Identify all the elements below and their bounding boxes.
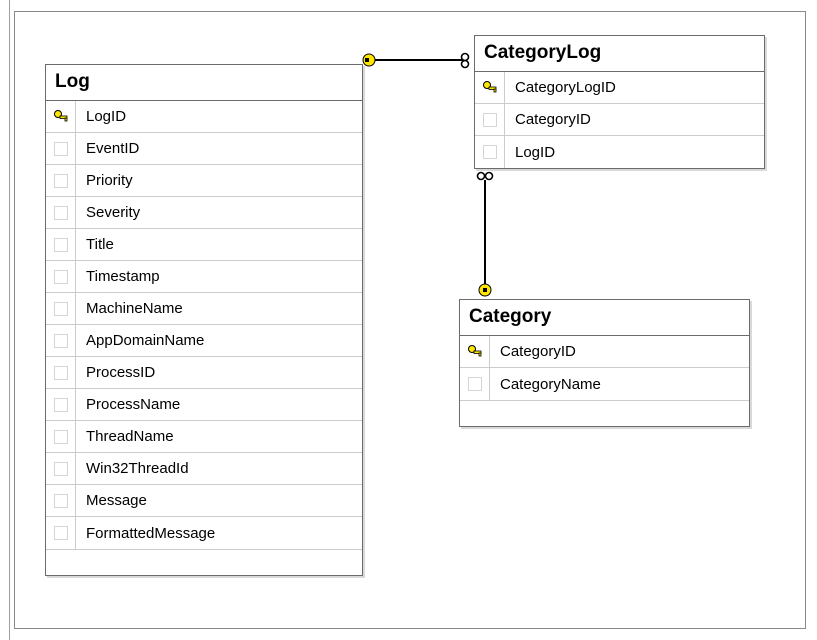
blank-cell <box>46 165 76 196</box>
column-name: CategoryID <box>505 111 591 128</box>
blank-icon <box>483 145 497 159</box>
column-name: ProcessName <box>76 396 180 413</box>
blank-cell <box>46 293 76 324</box>
column-name: CategoryLogID <box>505 79 616 96</box>
column-appdomainname[interactable]: AppDomainName <box>46 325 362 357</box>
column-name: AppDomainName <box>76 332 204 349</box>
blank-icon <box>54 238 68 252</box>
column-priority[interactable]: Priority <box>46 165 362 197</box>
column-name: EventID <box>76 140 139 157</box>
blank-cell <box>46 485 76 516</box>
column-win32threadid[interactable]: Win32ThreadId <box>46 453 362 485</box>
blank-icon <box>54 206 68 220</box>
blank-cell <box>475 136 505 168</box>
blank-cell <box>46 197 76 228</box>
column-timestamp[interactable]: Timestamp <box>46 261 362 293</box>
blank-icon <box>54 334 68 348</box>
blank-cell <box>46 421 76 452</box>
column-title[interactable]: Title <box>46 229 362 261</box>
key-icon <box>482 80 498 96</box>
pk-cell <box>46 101 76 132</box>
relation-category-categorylog <box>474 168 496 300</box>
column-logid[interactable]: LogID <box>46 101 362 133</box>
key-icon <box>467 344 483 360</box>
blank-icon <box>54 526 68 540</box>
blank-cell <box>46 261 76 292</box>
column-processname[interactable]: ProcessName <box>46 389 362 421</box>
column-machinename[interactable]: MachineName <box>46 293 362 325</box>
blank-icon <box>54 174 68 188</box>
blank-icon <box>54 462 68 476</box>
blank-icon <box>54 494 68 508</box>
blank-cell <box>46 133 76 164</box>
column-categoryid[interactable]: CategoryID <box>460 336 749 368</box>
pk-cell <box>475 72 505 103</box>
blank-cell <box>46 389 76 420</box>
table-log[interactable]: Log LogID EventID Priority Severity Titl… <box>45 64 363 576</box>
table-categorylog[interactable]: CategoryLog CategoryLogID CategoryID Log… <box>474 35 765 169</box>
column-name: Timestamp <box>76 268 160 285</box>
table-title: Category <box>460 300 749 336</box>
column-threadname[interactable]: ThreadName <box>46 421 362 453</box>
column-name: LogID <box>76 108 126 125</box>
blank-cell <box>460 368 490 400</box>
column-processid[interactable]: ProcessID <box>46 357 362 389</box>
column-name: Severity <box>76 204 140 221</box>
blank-cell <box>475 104 505 135</box>
column-categoryid[interactable]: CategoryID <box>475 104 764 136</box>
blank-icon <box>54 302 68 316</box>
column-name: Win32ThreadId <box>76 460 189 477</box>
blank-icon <box>483 113 497 127</box>
table-title: CategoryLog <box>475 36 764 72</box>
column-message[interactable]: Message <box>46 485 362 517</box>
blank-cell <box>46 325 76 356</box>
table-title: Log <box>46 65 362 101</box>
columns: CategoryLogID CategoryID LogID <box>475 72 764 168</box>
blank-icon <box>468 377 482 391</box>
columns: CategoryID CategoryName <box>460 336 749 400</box>
column-categoryname[interactable]: CategoryName <box>460 368 749 400</box>
table-category[interactable]: Category CategoryID CategoryName <box>459 299 750 427</box>
column-name: ProcessID <box>76 364 155 381</box>
column-severity[interactable]: Severity <box>46 197 362 229</box>
table-footer <box>46 549 362 575</box>
column-name: Message <box>76 492 147 509</box>
blank-icon <box>54 398 68 412</box>
column-name: ThreadName <box>76 428 174 445</box>
column-name: MachineName <box>76 300 183 317</box>
key-icon <box>53 109 69 125</box>
column-categorylogid[interactable]: CategoryLogID <box>475 72 764 104</box>
column-name: Title <box>76 236 114 253</box>
column-name: LogID <box>505 144 555 161</box>
blank-icon <box>54 142 68 156</box>
blank-icon <box>54 430 68 444</box>
blank-cell <box>46 357 76 388</box>
blank-icon <box>54 366 68 380</box>
relation-log-categorylog <box>361 50 479 70</box>
blank-icon <box>54 270 68 284</box>
blank-cell <box>46 453 76 484</box>
column-eventid[interactable]: EventID <box>46 133 362 165</box>
column-name: FormattedMessage <box>76 525 215 542</box>
column-name: Priority <box>76 172 133 189</box>
margin-rule <box>9 0 10 640</box>
pk-cell <box>460 336 490 367</box>
blank-cell <box>46 229 76 260</box>
column-formattedmessage[interactable]: FormattedMessage <box>46 517 362 549</box>
column-logid[interactable]: LogID <box>475 136 764 168</box>
diagram-canvas: Log LogID EventID Priority Severity Titl… <box>14 11 806 629</box>
column-name: CategoryID <box>490 343 576 360</box>
column-name: CategoryName <box>490 376 601 393</box>
columns: LogID EventID Priority Severity Title Ti… <box>46 101 362 549</box>
table-footer <box>460 400 749 426</box>
blank-cell <box>46 517 76 549</box>
